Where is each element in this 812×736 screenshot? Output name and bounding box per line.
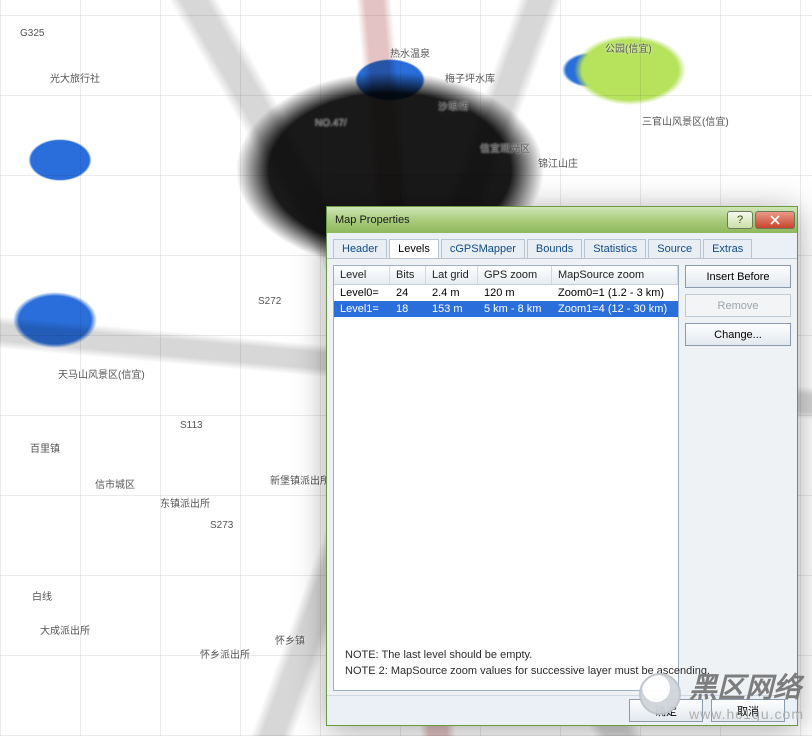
- change-button[interactable]: Change...: [685, 323, 791, 346]
- map-label: 白线: [32, 588, 52, 603]
- tab-bounds[interactable]: Bounds: [527, 239, 582, 258]
- levels-listview[interactable]: Level Bits Lat grid GPS zoom MapSource z…: [333, 265, 679, 691]
- dialog-title: Map Properties: [335, 214, 725, 226]
- listview-header: Level Bits Lat grid GPS zoom MapSource z…: [334, 266, 678, 285]
- map-label: G325: [20, 28, 44, 39]
- tab-statistics[interactable]: Statistics: [584, 239, 646, 258]
- col-gpszoom[interactable]: GPS zoom: [478, 266, 552, 284]
- close-icon: [770, 215, 780, 225]
- table-row[interactable]: Level1= 18 153 m 5 km - 8 km Zoom1=4 (12…: [334, 301, 678, 317]
- map-label: 东镇派出所: [160, 495, 210, 510]
- tab-cgpsmapper[interactable]: cGPSMapper: [441, 239, 525, 258]
- col-latgrid[interactable]: Lat grid: [426, 266, 478, 284]
- col-mapsourcezoom[interactable]: MapSource zoom: [552, 266, 678, 284]
- col-level[interactable]: Level: [334, 266, 390, 284]
- map-properties-dialog: Map Properties ? Header Levels cGPSMappe…: [326, 206, 798, 726]
- map-label: 三官山风景区(信宜): [642, 113, 729, 128]
- map-label: 公园(信宜): [605, 40, 652, 55]
- tab-extras[interactable]: Extras: [703, 239, 752, 258]
- map-label: 信宜观光区: [480, 140, 530, 155]
- map-label: S113: [180, 420, 203, 431]
- watermark: 黑区网络 www.hc1qu.com: [639, 666, 804, 722]
- map-label: 怀乡镇: [275, 632, 305, 647]
- note-1: NOTE: The last level should be empty.: [345, 647, 779, 663]
- map-label: S272: [258, 296, 281, 307]
- map-label: 大成派出所: [40, 622, 90, 637]
- map-label: 梅子坪水库: [445, 70, 495, 85]
- watermark-url: www.hc1qu.com: [689, 706, 804, 722]
- listview-rows: Level0= 24 2.4 m 120 m Zoom0=1 (1.2 - 3 …: [334, 285, 678, 690]
- watermark-logo-icon: [639, 673, 681, 715]
- side-buttons: Insert Before Remove Change...: [685, 265, 791, 691]
- map-label: 热水温泉: [390, 45, 430, 60]
- col-bits[interactable]: Bits: [390, 266, 426, 284]
- tab-header[interactable]: Header: [333, 239, 387, 258]
- map-label: 锦江山庄: [538, 155, 578, 170]
- help-button[interactable]: ?: [727, 211, 753, 229]
- map-label: 信市城区: [95, 476, 135, 491]
- map-label: NO.47/: [315, 118, 347, 129]
- map-label: 新堡镇派出所: [270, 472, 330, 487]
- map-label: 沙琅线: [438, 98, 468, 113]
- tab-bar: Header Levels cGPSMapper Bounds Statisti…: [327, 233, 797, 259]
- tab-levels[interactable]: Levels: [389, 239, 439, 258]
- dialog-titlebar[interactable]: Map Properties ?: [327, 207, 797, 233]
- map-label: 天马山风景区(信宜): [58, 366, 145, 381]
- table-row[interactable]: Level0= 24 2.4 m 120 m Zoom0=1 (1.2 - 3 …: [334, 285, 678, 301]
- insert-before-button[interactable]: Insert Before: [685, 265, 791, 288]
- map-label: 怀乡派出所: [200, 646, 250, 661]
- map-label: 百里镇: [30, 440, 60, 455]
- map-label: S273: [210, 520, 233, 531]
- watermark-text: 黑区网络: [689, 666, 804, 706]
- tab-source[interactable]: Source: [648, 239, 701, 258]
- remove-button[interactable]: Remove: [685, 294, 791, 317]
- close-button[interactable]: [755, 211, 795, 229]
- map-label: 光大旅行社: [50, 70, 100, 85]
